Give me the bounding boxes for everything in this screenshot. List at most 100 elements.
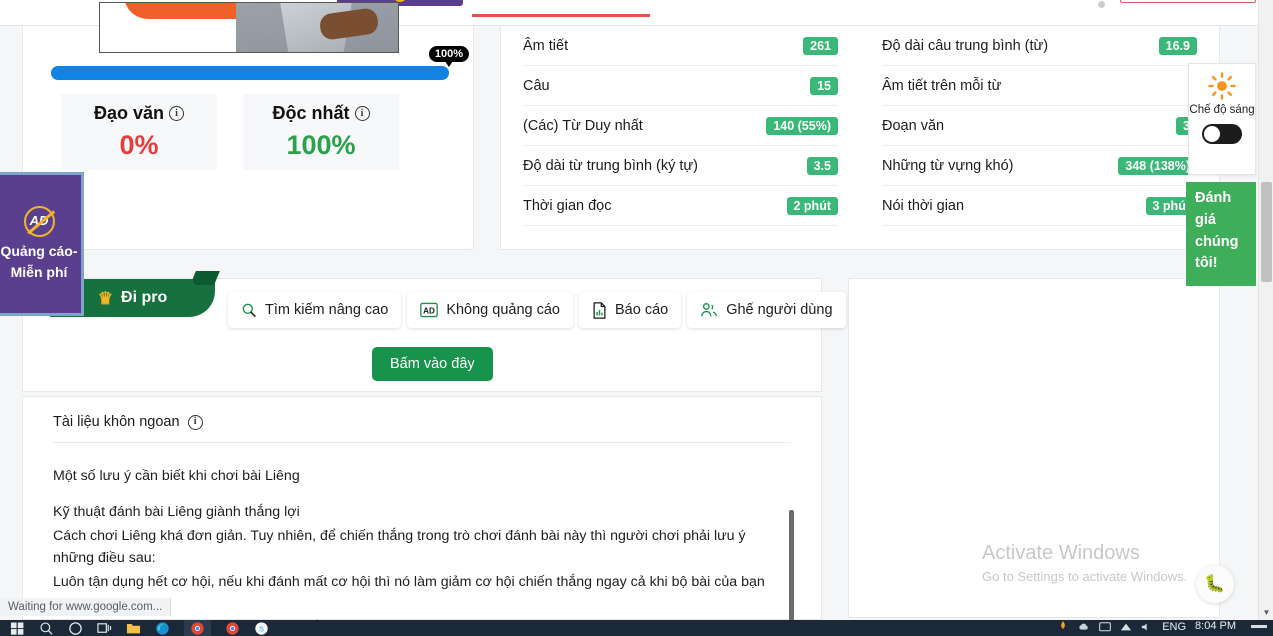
- browser-page: 100% Đạo văn i 0% Độc nhất i 100% AD Quả…: [0, 0, 1258, 620]
- light-mode-toggle[interactable]: [1202, 123, 1242, 144]
- score-unique-label: Độc nhất: [272, 103, 350, 123]
- advanced-search-label: Tìm kiếm nâng cao: [265, 302, 389, 318]
- user-seats-label: Ghế người dùng: [726, 302, 833, 318]
- score-row: Đạo văn i 0% Độc nhất i 100%: [61, 94, 399, 170]
- taskbar-tray: ENG 8:04 PM: [1057, 620, 1267, 633]
- page-scrollbar[interactable]: ▼: [1258, 0, 1273, 620]
- edge-icon[interactable]: [155, 621, 170, 636]
- click-here-button[interactable]: Bấm vào đây: [372, 347, 493, 381]
- stat-row: Những từ vựng khó) 348 (138%): [882, 146, 1197, 186]
- taskbar-language[interactable]: ENG: [1162, 621, 1186, 633]
- ad-free-badge[interactable]: AD Quảng cáo-Miễn phí: [0, 172, 84, 316]
- user-seats-button[interactable]: Ghế người dùng: [687, 292, 846, 328]
- top-grey-dot: [1098, 1, 1105, 8]
- document-title: Tài liệu khôn ngoan: [53, 414, 180, 430]
- taskbar-clock[interactable]: 8:04 PM: [1195, 620, 1236, 633]
- page-scrollbar-thumb[interactable]: [1261, 182, 1272, 282]
- search-icon: [242, 303, 256, 317]
- progress-percent-label: 100%: [428, 46, 470, 62]
- go-pro-label: Đi pro: [121, 289, 168, 306]
- activate-windows-title: Activate Windows: [982, 542, 1140, 564]
- start-icon[interactable]: [10, 621, 25, 636]
- stat-label: Những từ vựng khó): [882, 157, 1014, 174]
- stat-row: Câu 15: [523, 66, 838, 106]
- document-paragraph: Một số lưu ý cần biết khi chơi bài Liêng: [53, 468, 300, 484]
- info-icon[interactable]: i: [169, 106, 185, 121]
- stat-row: Âm tiết 261: [523, 26, 838, 66]
- info-icon[interactable]: i: [187, 414, 203, 430]
- document-scrollbar[interactable]: [789, 510, 794, 620]
- activate-windows-watermark: Activate Windows Go to Settings to activ…: [982, 541, 1187, 584]
- result-card: 100% Đạo văn i 0% Độc nhất i 100%: [22, 2, 474, 250]
- stat-label: Âm tiết: [523, 37, 569, 54]
- score-plagiarism: Đạo văn i 0%: [61, 94, 217, 170]
- network-icon[interactable]: [1120, 621, 1132, 633]
- stat-badge: 140 (55%): [766, 116, 838, 135]
- stat-label: Nói thời gian: [882, 197, 965, 214]
- report-button[interactable]: Báo cáo: [579, 292, 682, 328]
- stat-label: Âm tiết trên mỗi từ: [882, 77, 1002, 94]
- skype-icon[interactable]: S: [254, 621, 269, 636]
- document-paragraph: Cách chơi Liêng khá đơn giản. Tuy nhiên,…: [53, 528, 746, 566]
- ad-block-icon: AD: [23, 205, 55, 237]
- activate-windows-subtitle: Go to Settings to activate Windows.: [982, 569, 1188, 584]
- score-plagiarism-label: Đạo văn: [93, 103, 165, 123]
- show-desktop-button[interactable]: [1251, 625, 1267, 628]
- no-ads-button[interactable]: AD Không quảng cáo: [407, 292, 573, 328]
- weather-icon[interactable]: [1057, 620, 1069, 633]
- light-mode-label: Chế độ sáng: [1189, 104, 1255, 116]
- banner-ad[interactable]: [99, 2, 399, 53]
- search-icon[interactable]: [39, 621, 54, 636]
- advanced-search-button[interactable]: Tìm kiếm nâng cao: [228, 292, 402, 328]
- score-plagiarism-value: 0%: [119, 130, 159, 160]
- notification-icon[interactable]: [1099, 621, 1112, 633]
- windows-taskbar: S ENG 8:04 PM: [0, 620, 1273, 636]
- task-view-icon[interactable]: [97, 621, 112, 636]
- score-plagiarism-title: Đạo văn i: [93, 103, 185, 124]
- cortana-icon[interactable]: [68, 621, 83, 636]
- users-icon: [701, 303, 718, 317]
- statistics-right-column: Độ dài câu trung bình (từ) 16.9 Âm tiết …: [860, 26, 1219, 249]
- toolbar-buttons: Tìm kiếm nâng cao AD Không quảng cáo Báo…: [228, 292, 846, 328]
- report-document-icon: [593, 301, 606, 319]
- stat-badge: 3.5: [806, 156, 838, 175]
- stat-row: Độ dài câu trung bình (từ) 16.9: [882, 26, 1197, 66]
- stat-label: Độ dài câu trung bình (từ): [882, 37, 1049, 54]
- document-paragraph: Kỹ thuật đánh bài Liêng giành thắng lợi: [53, 504, 300, 520]
- score-unique: Độc nhất i 100%: [243, 94, 399, 170]
- bug-icon[interactable]: 🐛: [1196, 565, 1234, 603]
- score-unique-value: 100%: [286, 130, 356, 160]
- crown-icon: ♛: [97, 288, 114, 308]
- no-ads-label: Không quảng cáo: [446, 302, 560, 318]
- sun-icon: [1208, 72, 1236, 100]
- chrome-icon[interactable]: [190, 621, 205, 636]
- volume-icon[interactable]: [1141, 621, 1153, 633]
- progress-bar-fill: [51, 66, 449, 80]
- score-unique-title: Độc nhất i: [272, 103, 370, 124]
- chrome-active-task[interactable]: [184, 620, 211, 636]
- info-icon[interactable]: i: [354, 106, 370, 121]
- browser-status-bubble: Waiting for www.google.com...: [0, 598, 172, 616]
- stat-row: Thời gian đọc 2 phút: [523, 186, 838, 226]
- stat-row: Nói thời gian 3 phút: [882, 186, 1197, 226]
- light-mode-panel[interactable]: Chế độ sáng: [1188, 63, 1256, 175]
- stat-badge: 2 phút: [786, 196, 838, 215]
- top-red-underline: [472, 14, 650, 17]
- report-label: Báo cáo: [615, 302, 669, 318]
- stat-badge: 348 (138%): [1118, 156, 1197, 175]
- document-card: Tài liệu khôn ngoan i Một số lưu ý cần b…: [22, 396, 822, 620]
- rate-us-tab[interactable]: Đánh giá chúng tôi!: [1186, 182, 1256, 286]
- file-explorer-icon[interactable]: [126, 621, 141, 636]
- stat-badge: 261: [803, 36, 838, 55]
- chrome-icon[interactable]: [225, 621, 240, 636]
- svg-text:S: S: [259, 624, 264, 633]
- statistics-left-column: Âm tiết 261 Câu 15 (Các) Từ Duy nhất 140…: [501, 26, 860, 249]
- document-text-area[interactable]: Một số lưu ý cần biết khi chơi bài Liêng…: [23, 443, 821, 620]
- statistics-card: Âm tiết 261 Câu 15 (Các) Từ Duy nhất 140…: [500, 26, 1220, 250]
- cloud-icon[interactable]: [1078, 621, 1090, 633]
- clock-time: 8:04 PM: [1195, 620, 1236, 632]
- stat-badge: 16.9: [1158, 36, 1197, 55]
- ad-person-photo: [236, 3, 398, 52]
- scroll-down-arrow-icon[interactable]: ▼: [1259, 604, 1273, 620]
- top-red-notification-box[interactable]: [1120, 0, 1256, 3]
